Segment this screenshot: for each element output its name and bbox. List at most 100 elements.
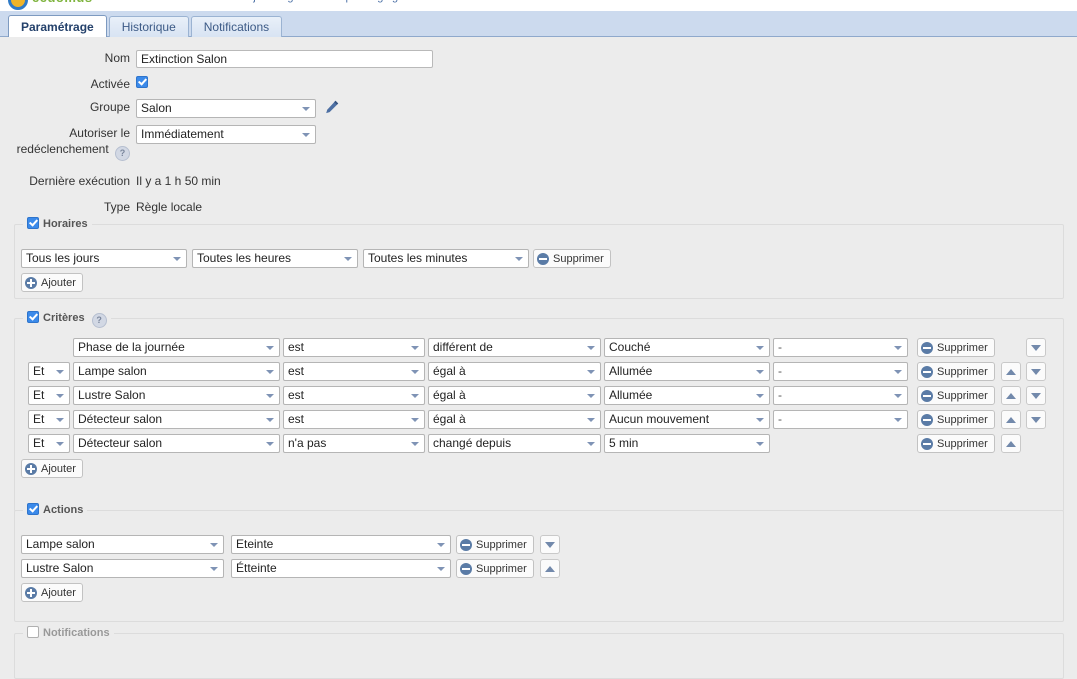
critere-verb-select[interactable]: est <box>283 338 425 357</box>
label-groupe: Groupe <box>89 100 130 114</box>
criteres-add-button[interactable]: Ajouter <box>21 459 83 478</box>
tab-bar: Paramétrage Historique Notifications <box>0 11 1077 39</box>
label-autoriser-line2: redéclenchement <box>16 142 109 156</box>
autoriser-select[interactable]: Immédiatement <box>136 125 316 144</box>
critere-operator-select[interactable]: égal à <box>428 386 601 405</box>
minus-icon <box>921 389 933 402</box>
critere-move-up-button[interactable] <box>1000 386 1021 405</box>
label-type: Type <box>103 200 130 214</box>
actions-row: Lustre Salon Étteinte Supprimer <box>21 559 560 578</box>
critere-delete-button[interactable]: Supprimer <box>917 410 995 429</box>
tab-notifications[interactable]: Notifications <box>190 16 283 39</box>
action-delete-button[interactable]: Supprimer <box>456 535 534 554</box>
horaires-add-button[interactable]: Ajouter <box>21 273 83 292</box>
critere-subject-select[interactable]: Lampe salon <box>73 362 280 381</box>
critere-move-up-button[interactable] <box>1000 410 1021 429</box>
arrow-up-icon <box>544 565 555 572</box>
nom-input[interactable] <box>136 50 433 68</box>
critere-logic-select[interactable]: Et <box>28 434 70 453</box>
help-icon-autoriser[interactable]: ? <box>115 146 130 161</box>
critere-operator-select[interactable]: changé depuis <box>428 434 601 453</box>
actions-add-button[interactable]: Ajouter <box>21 583 83 602</box>
horaires-fieldset: Horaires Tous les jours Toutes les heure… <box>14 217 1064 299</box>
critere-value-select[interactable]: Couché <box>604 338 770 357</box>
critere-delete-label: Supprimer <box>937 413 988 426</box>
groupe-select[interactable]: Salon <box>136 99 316 118</box>
critere-logic-select[interactable]: Et <box>28 386 70 405</box>
critere-verb-select[interactable]: est <box>283 410 425 429</box>
action-device-select[interactable]: Lustre Salon <box>21 559 224 578</box>
critere-delete-label: Supprimer <box>937 341 988 354</box>
criteres-legend-label: Critères <box>43 312 85 324</box>
notifications-legend-label: Notifications <box>43 627 110 639</box>
field-row-activee: Activée <box>0 76 148 92</box>
criteres-add-label: Ajouter <box>41 462 76 475</box>
action-device-select[interactable]: Lampe salon <box>21 535 224 554</box>
critere-move-up-button[interactable] <box>1000 434 1021 453</box>
horaires-delete-button[interactable]: Supprimer <box>533 249 611 268</box>
app-logo-text: eedomus <box>32 0 93 5</box>
critere-operator-select[interactable]: différent de <box>428 338 601 357</box>
critere-subject-select[interactable]: Détecteur salon <box>73 434 280 453</box>
action-state-select[interactable]: Eteinte <box>231 535 451 554</box>
critere-subject-select[interactable]: Lustre Salon <box>73 386 280 405</box>
criteres-checkbox[interactable] <box>27 311 39 323</box>
critere-extra-select[interactable]: - <box>773 410 908 429</box>
actions-row: Lampe salon Eteinte Supprimer <box>21 535 560 554</box>
notifications-checkbox[interactable] <box>27 626 39 638</box>
critere-operator-select[interactable]: égal à <box>428 362 601 381</box>
critere-value-select[interactable]: Aucun mouvement <box>604 410 770 429</box>
action-state-select[interactable]: Étteinte <box>231 559 451 578</box>
critere-value-select[interactable]: Allumée <box>604 386 770 405</box>
critere-extra-select[interactable]: - <box>773 386 908 405</box>
arrow-down-icon <box>1030 416 1041 423</box>
critere-verb-select[interactable]: n'a pas <box>283 434 425 453</box>
critere-subject-select[interactable]: Phase de la journée <box>73 338 280 357</box>
critere-delete-button[interactable]: Supprimer <box>917 434 995 453</box>
help-icon-criteres[interactable]: ? <box>91 313 107 328</box>
critere-subject-select[interactable]: Détecteur salon <box>73 410 280 429</box>
critere-verb-select[interactable]: est <box>283 362 425 381</box>
activee-checkbox[interactable] <box>136 76 148 88</box>
horaires-jours-select[interactable]: Tous les jours <box>21 249 187 268</box>
action-move-up-button[interactable] <box>539 559 560 578</box>
action-move-down-button[interactable] <box>539 535 560 554</box>
app-main-menu[interactable]: Accueil Objets Règles Historique Réglage… <box>200 0 410 3</box>
horaires-row: Tous les jours Toutes les heures Toutes … <box>21 249 611 268</box>
value-type: Règle locale <box>136 200 203 214</box>
critere-logic-select[interactable]: Et <box>28 362 70 381</box>
horaires-checkbox[interactable] <box>27 217 39 229</box>
arrow-down-icon <box>1030 392 1041 399</box>
app-logo-icon <box>8 0 28 10</box>
tab-parametrage[interactable]: Paramétrage <box>8 15 107 39</box>
minus-icon <box>921 413 933 426</box>
field-row-nom: Nom <box>0 50 433 68</box>
critere-logic-select[interactable]: Et <box>28 410 70 429</box>
criteres-row: Et Lampe salon est égal à Allumée - Supp… <box>15 362 1046 381</box>
critere-operator-select[interactable]: égal à <box>428 410 601 429</box>
critere-extra-select[interactable]: - <box>773 362 908 381</box>
critere-value-select[interactable]: 5 min <box>604 434 770 453</box>
critere-extra-select[interactable]: - <box>773 338 908 357</box>
actions-checkbox[interactable] <box>27 503 39 515</box>
action-delete-label: Supprimer <box>476 562 527 575</box>
plus-icon <box>25 276 37 289</box>
label-autoriser: Autoriser le redéclenchement ? <box>0 125 136 161</box>
critere-delete-button[interactable]: Supprimer <box>917 362 995 381</box>
critere-value-select[interactable]: Allumée <box>604 362 770 381</box>
critere-delete-button[interactable]: Supprimer <box>917 386 995 405</box>
critere-verb-select[interactable]: est <box>283 386 425 405</box>
action-delete-button[interactable]: Supprimer <box>456 559 534 578</box>
criteres-legend: Critères ? <box>23 311 111 328</box>
tab-historique[interactable]: Historique <box>108 16 189 39</box>
horaires-minutes-select[interactable]: Toutes les minutes <box>363 249 529 268</box>
critere-move-down-button[interactable] <box>1025 362 1046 381</box>
critere-move-down-button[interactable] <box>1025 410 1046 429</box>
critere-move-up-button[interactable] <box>1000 362 1021 381</box>
arrow-down-icon <box>544 541 555 548</box>
critere-move-down-button[interactable] <box>1025 338 1046 357</box>
horaires-heures-select[interactable]: Toutes les heures <box>192 249 358 268</box>
critere-delete-button[interactable]: Supprimer <box>917 338 995 357</box>
critere-move-down-button[interactable] <box>1025 386 1046 405</box>
edit-pencil-icon[interactable] <box>324 99 340 115</box>
